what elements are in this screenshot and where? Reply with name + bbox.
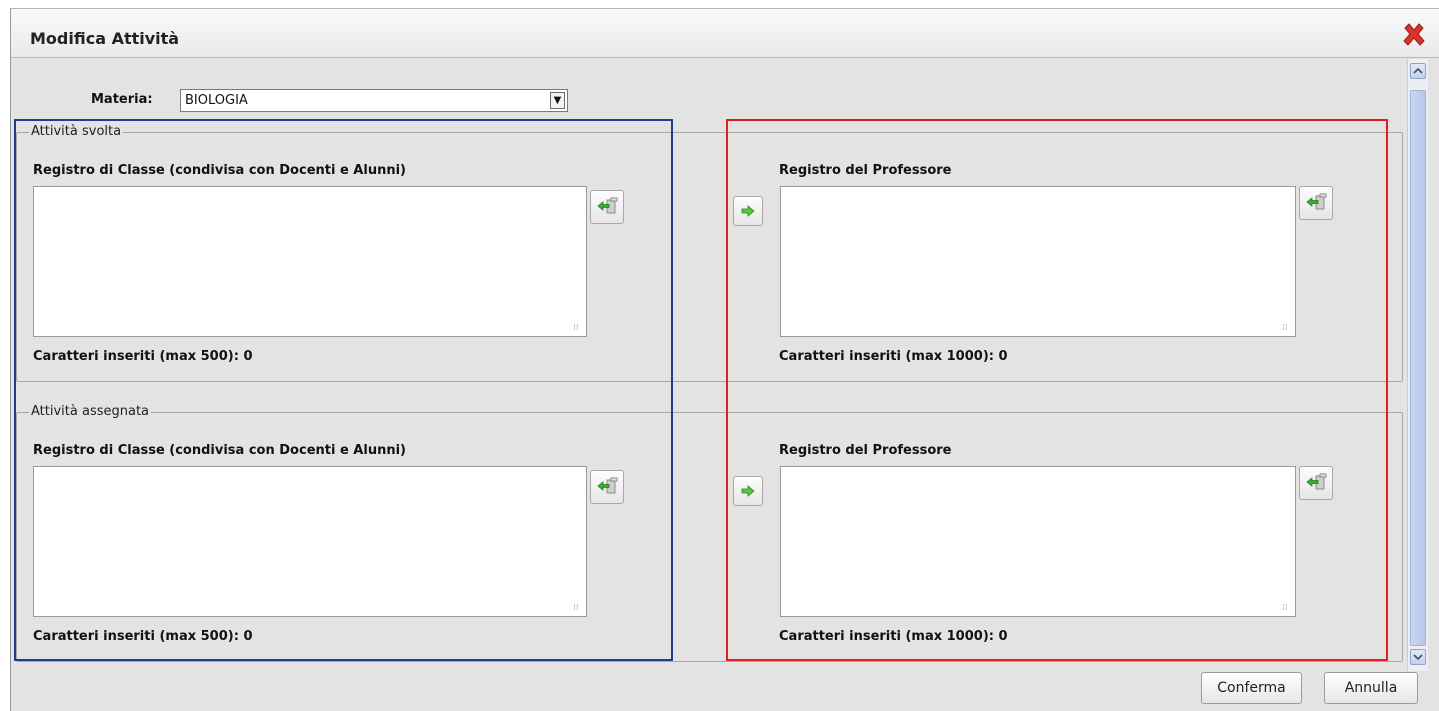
professore-counter: Caratteri inseriti (max 1000): 0 [779, 629, 1008, 644]
legend-attivita-assegnata: Attività assegnata [29, 404, 152, 419]
cancel-button[interactable]: Annulla [1324, 672, 1418, 704]
dialog-title: Modifica Attività [30, 29, 180, 48]
resize-grip-icon[interactable]: ⁞⁞ [1282, 323, 1292, 333]
import-button[interactable] [1299, 186, 1333, 220]
materia-label: Materia: [91, 92, 153, 107]
import-button[interactable] [590, 190, 624, 224]
edit-activity-dialog: Modifica Attività Materia: BIOLOGIA ▼ At… [10, 8, 1439, 711]
professore-counter: Caratteri inseriti (max 1000): 0 [779, 349, 1008, 364]
copy-to-professore-button[interactable] [733, 476, 763, 506]
arrow-right-icon [741, 485, 755, 497]
resize-grip-icon[interactable]: ⁞⁞ [573, 603, 583, 613]
professore-textarea[interactable]: ⁞⁞ [780, 466, 1296, 617]
classe-counter: Caratteri inseriti (max 500): 0 [33, 349, 253, 364]
chevron-down-icon [1413, 654, 1423, 661]
import-button[interactable] [590, 470, 624, 504]
classe-textarea[interactable]: ⁞⁞ [33, 466, 587, 617]
chevron-up-icon [1413, 67, 1423, 74]
scroll-up-button[interactable] [1410, 63, 1426, 79]
dialog-titlebar: Modifica Attività [11, 9, 1439, 58]
resize-grip-icon[interactable]: ⁞⁞ [1282, 603, 1292, 613]
scrollbar-thumb[interactable] [1410, 90, 1426, 646]
professore-label: Registro del Professore [779, 163, 952, 178]
confirm-button[interactable]: Conferma [1201, 672, 1302, 704]
resize-grip-icon[interactable]: ⁞⁞ [573, 323, 583, 333]
classe-textarea[interactable]: ⁞⁞ [33, 186, 587, 337]
copy-to-professore-button[interactable] [733, 196, 763, 226]
professore-textarea[interactable]: ⁞⁞ [780, 186, 1296, 337]
close-icon[interactable] [1401, 22, 1427, 48]
materia-select[interactable]: BIOLOGIA ▼ [180, 89, 568, 112]
vertical-scrollbar[interactable] [1407, 59, 1428, 671]
legend-attivita-svolta: Attività svolta [29, 124, 124, 139]
import-icon [597, 197, 618, 214]
import-button[interactable] [1299, 466, 1333, 500]
classe-label: Registro di Classe (condivisa con Docent… [33, 163, 406, 178]
import-icon [597, 477, 618, 494]
arrow-right-icon [741, 205, 755, 217]
professore-label: Registro del Professore [779, 443, 952, 458]
scroll-down-button[interactable] [1410, 649, 1426, 665]
classe-counter: Caratteri inseriti (max 500): 0 [33, 629, 253, 644]
chevron-down-icon[interactable]: ▼ [550, 92, 565, 109]
materia-value: BIOLOGIA [185, 93, 248, 108]
import-icon [1306, 473, 1327, 490]
import-icon [1306, 193, 1327, 210]
classe-label: Registro di Classe (condivisa con Docent… [33, 443, 406, 458]
